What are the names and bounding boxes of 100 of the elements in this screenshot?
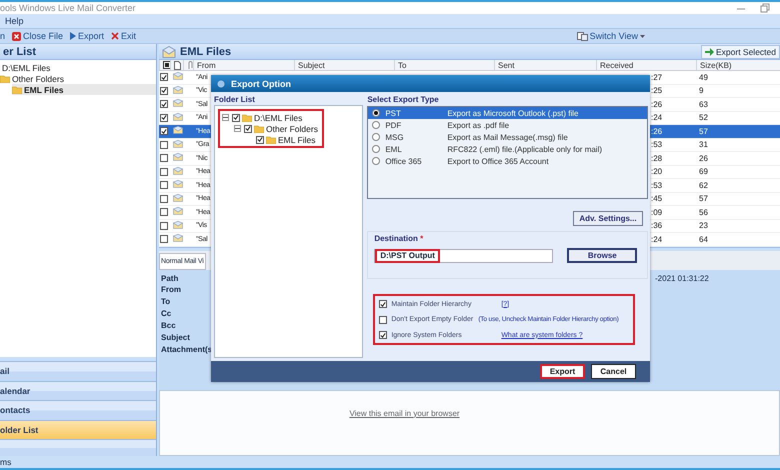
nav-button[interactable]: alendar — [0, 380, 156, 400]
checkbox[interactable] — [232, 114, 240, 122]
checkbox[interactable] — [160, 168, 168, 176]
table-cell-text: :26 — [650, 100, 662, 109]
checkbox[interactable] — [244, 124, 252, 132]
caret-icon — [640, 34, 645, 38]
envelope-icon — [173, 72, 183, 80]
app-icon — [217, 80, 225, 88]
table-cell-text: 57 — [698, 126, 708, 136]
field-label: Path — [161, 274, 180, 284]
column-header[interactable]: To — [394, 60, 494, 70]
envelope-icon — [173, 234, 183, 242]
envelope-icon — [173, 153, 183, 162]
table-cell-text: :20 — [650, 167, 662, 176]
checkbox[interactable] — [160, 208, 168, 216]
toolbar-button[interactable]: Close File — [12, 31, 64, 41]
export-button[interactable]: Export — [540, 364, 585, 379]
status-text: ms — [0, 457, 12, 467]
envelope-icon — [173, 194, 183, 202]
field-label: Attachment(s — [161, 345, 210, 356]
adv-settings-button[interactable]: Adv. Settings... — [573, 211, 643, 226]
tree-label[interactable]: D:\EML Files — [254, 112, 302, 122]
browse-button[interactable]: Browse — [567, 248, 638, 263]
table-cell-text: :36 — [650, 221, 662, 230]
envelope-icon — [173, 112, 183, 121]
toolbar-button[interactable]: Exit — [111, 31, 136, 41]
table-cell-text: :28 — [650, 154, 662, 163]
toolbar-button[interactable]: n — [0, 31, 6, 41]
checkbox[interactable] — [160, 127, 168, 136]
envelope-icon — [173, 166, 183, 175]
table-cell-text: :53 — [650, 140, 662, 150]
play-icon — [70, 32, 76, 40]
export-selected-button[interactable]: Export Selected — [700, 44, 780, 58]
collapse-icon[interactable] — [222, 114, 229, 121]
menu-item[interactable]: Help — [5, 16, 24, 26]
export-option[interactable]: PST Export as Microsoft Outlook (.pst) file — [368, 107, 647, 119]
arrow-icon — [704, 48, 714, 56]
switch-view-button[interactable]: Switch View — [576, 31, 645, 41]
envelope-icon — [173, 86, 183, 94]
table-cell-text: 9 — [698, 86, 704, 96]
table-cell-text: 57 — [698, 194, 708, 204]
section-label: Select Export Type — [367, 95, 440, 105]
table-cell-text: 26 — [698, 154, 708, 163]
checkbox[interactable] — [160, 154, 168, 162]
nav-button[interactable]: ontacts — [0, 400, 156, 420]
browser-link[interactable]: View this email in your browser — [349, 408, 460, 455]
checkbox[interactable] — [160, 181, 168, 190]
table-cell-text: :09 — [650, 208, 662, 217]
tree-label[interactable]: EML Files — [278, 134, 316, 144]
checkbox[interactable] — [160, 194, 168, 203]
checkbox[interactable] — [256, 136, 264, 144]
table-cell-text: 64 — [698, 234, 708, 244]
column-header[interactable]: Received — [596, 60, 696, 70]
collapse-icon[interactable] — [234, 125, 241, 132]
tree-label[interactable]: Other Folders — [266, 124, 318, 134]
export-option[interactable]: EML RFC822 (.eml) file.(Applicable only for mail) — [368, 143, 647, 155]
export-option[interactable]: MSG Export as Mail Message(.msg) file — [368, 131, 647, 143]
table-cell-text: 62 — [698, 180, 708, 190]
nav-button[interactable]: older List — [0, 420, 156, 439]
table-cell-text: :26 — [650, 126, 662, 136]
dialog-title: Export Option — [231, 78, 291, 88]
checkbox-icon[interactable] — [163, 61, 170, 69]
table-cell-text: 63 — [698, 100, 708, 109]
checkbox[interactable] — [160, 86, 168, 95]
table-cell-text: 56 — [698, 208, 708, 217]
column-header[interactable]: Sent — [494, 60, 596, 70]
checkbox[interactable] — [379, 300, 388, 308]
close-icon — [12, 32, 22, 40]
destination-field[interactable]: D:\PST Output — [374, 248, 554, 262]
panel-title: EML Files — [180, 46, 232, 58]
checkbox[interactable] — [379, 316, 388, 324]
table-cell-text: :24 — [650, 113, 662, 122]
export-option[interactable]: Office 365 Export to Office 365 Account — [368, 155, 647, 167]
table-cell-text: 52 — [698, 113, 708, 122]
tree-item[interactable]: EML Files — [12, 84, 156, 95]
envelope-icon — [173, 126, 183, 134]
cancel-button[interactable]: Cancel — [591, 364, 636, 379]
tree-item[interactable]: Other Folders — [0, 73, 156, 84]
toolbar-button[interactable]: Export — [70, 31, 104, 41]
export-option[interactable]: PDF Export as .pdf file — [368, 119, 647, 131]
windows-icon — [576, 32, 588, 40]
column-header[interactable]: Size(KB) — [696, 60, 780, 70]
restore-icon[interactable] — [760, 3, 770, 13]
checkbox[interactable] — [160, 235, 168, 244]
table-cell-text: :53 — [650, 180, 662, 190]
table-cell-text: :27 — [650, 72, 662, 82]
envelope-icon — [173, 140, 183, 148]
tree-item[interactable]: D:\EML Files — [0, 62, 156, 73]
checkbox[interactable] — [379, 331, 388, 339]
checkbox[interactable] — [160, 114, 168, 122]
checkbox[interactable] — [160, 222, 168, 230]
checkbox[interactable] — [160, 100, 168, 108]
nav-button[interactable]: ail — [0, 361, 156, 380]
window-title: ools Windows Live Mail Converter — [0, 3, 137, 13]
column-header[interactable]: Subject — [294, 60, 394, 70]
column-header[interactable]: From — [193, 60, 294, 70]
date-text: -2021 01:31:22 — [655, 274, 709, 282]
close-icon — [111, 32, 120, 40]
checkbox[interactable] — [160, 140, 168, 149]
checkbox[interactable] — [160, 73, 168, 82]
